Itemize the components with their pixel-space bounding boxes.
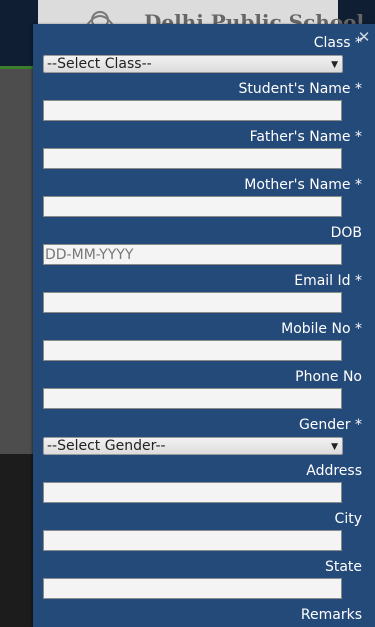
class-select-value: --Select Class-- xyxy=(47,56,152,72)
address-input[interactable] xyxy=(43,482,342,503)
student-name-input[interactable] xyxy=(43,100,342,121)
gender-select[interactable]: --Select Gender-- ▼ xyxy=(43,437,343,455)
mobile-label: Mobile No * xyxy=(281,321,362,337)
class-select[interactable]: --Select Class-- ▼ xyxy=(43,55,343,73)
mother-name-label: Mother's Name * xyxy=(244,177,362,193)
father-name-label: Father's Name * xyxy=(249,129,362,145)
dob-label: DOB xyxy=(330,225,362,241)
email-input[interactable] xyxy=(43,292,342,313)
chevron-down-icon: ▼ xyxy=(331,442,338,452)
class-label: Class * xyxy=(313,35,362,51)
state-input[interactable] xyxy=(43,578,342,599)
dob-input[interactable] xyxy=(43,244,342,265)
gender-label: Gender * xyxy=(298,417,362,433)
chevron-down-icon: ▼ xyxy=(331,60,338,70)
city-input[interactable] xyxy=(43,530,342,551)
father-name-input[interactable] xyxy=(43,148,342,169)
phone-label: Phone No xyxy=(295,369,362,385)
state-label: State xyxy=(324,559,362,575)
gender-select-value: --Select Gender-- xyxy=(47,438,166,454)
mobile-input[interactable] xyxy=(43,340,342,361)
city-label: City xyxy=(334,511,362,527)
registration-modal: ✕ Class * --Select Class-- ▼ Student's N… xyxy=(33,24,375,627)
phone-input[interactable] xyxy=(43,388,342,409)
student-name-label: Student's Name * xyxy=(238,81,362,97)
remarks-label: Remarks xyxy=(300,607,362,623)
address-label: Address xyxy=(306,463,362,479)
mother-name-input[interactable] xyxy=(43,196,342,217)
email-label: Email Id * xyxy=(294,273,362,289)
